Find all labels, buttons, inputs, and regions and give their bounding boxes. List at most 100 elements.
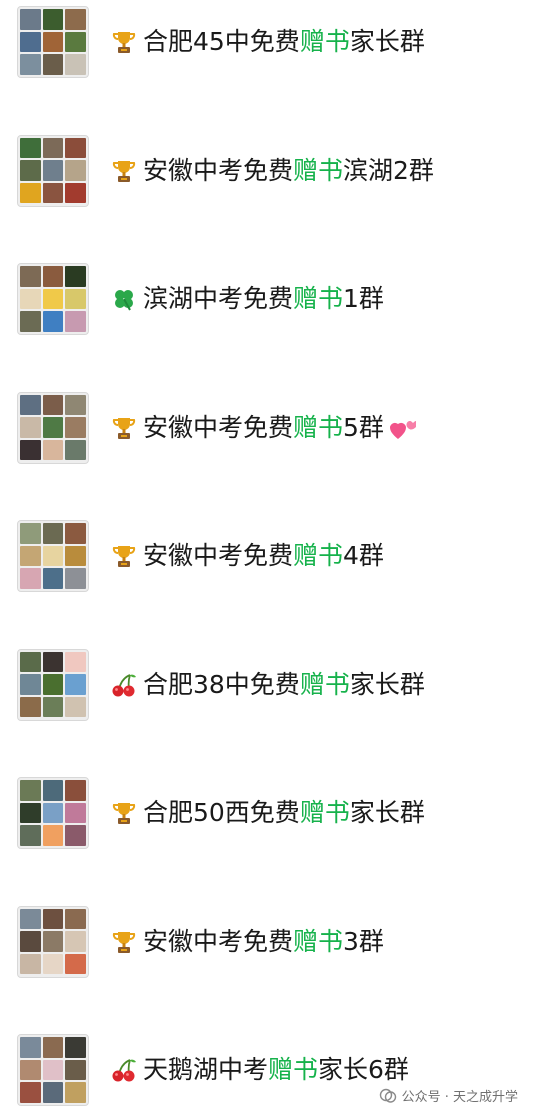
avatar-tile bbox=[65, 802, 86, 824]
group-avatar[interactable] bbox=[17, 6, 89, 78]
group-name-prefix: 安徽中考免费 bbox=[143, 541, 294, 570]
avatar-tile bbox=[42, 394, 64, 416]
group-avatar[interactable] bbox=[17, 648, 89, 721]
group-list-item[interactable]: 合肥38中免费赠书家长群 bbox=[0, 648, 534, 721]
group-name-highlight: 赠书 bbox=[293, 412, 344, 442]
avatar-tile bbox=[20, 9, 41, 30]
group-name-highlight: 赠书 bbox=[299, 27, 350, 56]
avatar-tile bbox=[65, 545, 86, 567]
avatar-tile bbox=[42, 651, 64, 673]
group-name[interactable]: 安徽中考免费赠书滨湖2群 bbox=[143, 153, 434, 189]
avatar-tile bbox=[42, 266, 64, 287]
clover-icon bbox=[110, 285, 138, 313]
avatar-tile bbox=[20, 780, 41, 801]
avatar-tile bbox=[42, 439, 64, 461]
avatar-tile bbox=[20, 953, 41, 975]
avatar-tile bbox=[20, 160, 41, 181]
avatar-tile bbox=[20, 651, 41, 673]
avatar-tile bbox=[65, 1037, 86, 1058]
avatar-tile bbox=[42, 523, 64, 544]
avatar-tile bbox=[65, 288, 86, 310]
avatar-tile bbox=[65, 825, 86, 846]
group-name-prefix: 天鹅湖中考 bbox=[143, 1055, 269, 1084]
avatar-tile bbox=[20, 908, 41, 930]
avatar-tile bbox=[42, 674, 64, 695]
avatar-tile bbox=[65, 160, 86, 181]
group-avatar[interactable] bbox=[17, 263, 89, 335]
avatar-tile bbox=[65, 394, 86, 416]
group-name[interactable]: 合肥50西免费赠书家长群 bbox=[143, 795, 425, 831]
avatar-tile bbox=[20, 417, 41, 438]
avatar-tile bbox=[65, 1082, 86, 1103]
group-name-highlight: 赠书 bbox=[293, 155, 344, 185]
avatar-tile bbox=[65, 953, 86, 975]
group-list-item[interactable]: 安徽中考免费赠书5群 bbox=[0, 391, 534, 464]
avatar-tile bbox=[42, 545, 64, 567]
group-avatar[interactable] bbox=[17, 905, 89, 978]
trophy-icon bbox=[110, 799, 138, 827]
avatar-tile bbox=[65, 568, 86, 589]
avatar-tile bbox=[42, 9, 64, 30]
group-name-highlight: 赠书 bbox=[293, 541, 344, 570]
avatar-tile bbox=[20, 1082, 41, 1103]
group-name[interactable]: 安徽中考免费赠书3群 bbox=[143, 924, 384, 960]
avatar-tile bbox=[42, 953, 64, 975]
group-name[interactable]: 安徽中考免费赠书5群 bbox=[143, 410, 416, 446]
avatar-tile bbox=[65, 266, 86, 287]
avatar-tile bbox=[42, 780, 64, 801]
group-name-suffix: 4群 bbox=[343, 541, 384, 570]
avatar-tile bbox=[42, 908, 64, 930]
avatar-tile bbox=[65, 908, 86, 930]
group-name-suffix: 家长6群 bbox=[318, 1055, 409, 1084]
group-avatar[interactable] bbox=[17, 1034, 89, 1106]
avatar-tile bbox=[42, 931, 64, 952]
trophy-icon bbox=[110, 157, 138, 185]
avatar-tile bbox=[20, 182, 41, 204]
group-name-prefix: 合肥45中免费 bbox=[143, 27, 300, 56]
group-name-prefix: 滨湖中考免费 bbox=[143, 284, 294, 313]
watermark-text: 公众号 · 天之成升学 bbox=[401, 1090, 518, 1105]
group-name[interactable]: 天鹅湖中考赠书家长6群 bbox=[143, 1052, 409, 1088]
group-avatar[interactable] bbox=[17, 134, 89, 207]
group-list-item[interactable]: 合肥50西免费赠书家长群 bbox=[0, 777, 534, 849]
group-name-suffix: 滨湖2群 bbox=[343, 155, 434, 185]
group-name-highlight: 赠书 bbox=[293, 284, 344, 313]
group-name-prefix: 合肥50西免费 bbox=[143, 798, 300, 827]
cherries-icon bbox=[110, 1056, 138, 1084]
group-name-highlight: 赠书 bbox=[268, 1055, 319, 1084]
group-name[interactable]: 合肥45中免费赠书家长群 bbox=[143, 24, 425, 60]
avatar-tile bbox=[42, 417, 64, 438]
group-avatar[interactable] bbox=[17, 777, 89, 849]
group-avatar[interactable] bbox=[17, 520, 89, 592]
group-list-item[interactable]: 安徽中考免费赠书4群 bbox=[0, 520, 534, 592]
trophy-icon bbox=[110, 542, 138, 570]
avatar-tile bbox=[65, 696, 86, 718]
group-name-suffix: 家长群 bbox=[349, 27, 425, 56]
trophy-icon bbox=[110, 414, 138, 442]
group-list-item[interactable]: 安徽中考免费赠书滨湖2群 bbox=[0, 134, 534, 207]
avatar-tile bbox=[65, 931, 86, 952]
group-list-item[interactable]: 滨湖中考免费赠书1群 bbox=[0, 263, 534, 335]
avatar-tile bbox=[42, 311, 64, 332]
wechat-official-account-icon bbox=[379, 1088, 396, 1103]
avatar-tile bbox=[20, 825, 41, 846]
avatar-tile bbox=[42, 802, 64, 824]
group-name[interactable]: 合肥38中免费赠书家长群 bbox=[143, 667, 425, 703]
group-avatar[interactable] bbox=[17, 391, 89, 464]
group-name-suffix: 1群 bbox=[343, 284, 384, 313]
avatar-tile bbox=[65, 1059, 86, 1081]
group-name-suffix: 家长群 bbox=[349, 669, 425, 699]
avatar-tile bbox=[65, 137, 86, 159]
group-name-prefix: 安徽中考免费 bbox=[143, 155, 294, 185]
avatar-tile bbox=[20, 696, 41, 718]
group-list-item[interactable]: 安徽中考免费赠书3群 bbox=[0, 905, 534, 978]
avatar-tile bbox=[20, 288, 41, 310]
group-name[interactable]: 安徽中考免费赠书4群 bbox=[143, 538, 384, 574]
group-list-item[interactable]: 合肥45中免费赠书家长群 bbox=[0, 6, 534, 78]
avatar-tile bbox=[65, 439, 86, 461]
avatar-tile bbox=[42, 160, 64, 181]
group-name-suffix: 家长群 bbox=[349, 798, 425, 827]
avatar-tile bbox=[65, 31, 86, 53]
avatar-tile bbox=[42, 137, 64, 159]
group-name[interactable]: 滨湖中考免费赠书1群 bbox=[143, 281, 384, 317]
